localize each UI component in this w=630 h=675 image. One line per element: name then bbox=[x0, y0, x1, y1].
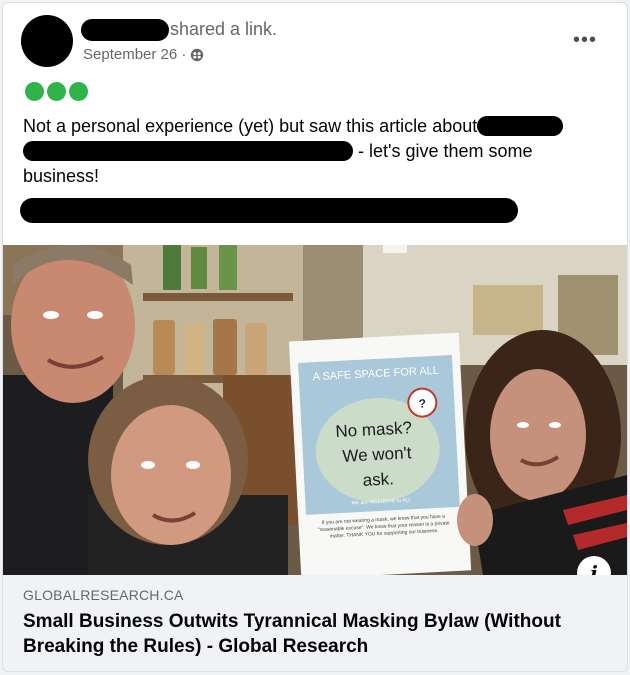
post-text: Not a personal experience (yet) but saw … bbox=[23, 114, 603, 189]
redacted-text bbox=[23, 141, 353, 161]
link-title[interactable]: Small Business Outwits Tyrannical Maskin… bbox=[23, 609, 613, 659]
sign-line-2: We won't bbox=[342, 443, 412, 466]
post-text-part1: Not a personal experience (yet) but saw … bbox=[23, 116, 478, 136]
redacted-author-name[interactable] bbox=[81, 19, 169, 41]
link-preview-meta[interactable]: GLOBALRESEARCH.CA Small Business Outwits… bbox=[3, 575, 627, 671]
link-preview-image[interactable]: A SAFE SPACE FOR ALL ? No mask? We won't… bbox=[3, 245, 627, 575]
post-card: shared a link. September 26 · ••• Not a … bbox=[2, 2, 628, 672]
sign-line-1: No mask? bbox=[335, 418, 412, 441]
more-options-button[interactable]: ••• bbox=[565, 25, 605, 55]
svg-text:?: ? bbox=[418, 396, 426, 410]
green-circle-icon bbox=[25, 82, 44, 101]
post-date[interactable]: September 26 · bbox=[83, 46, 186, 63]
link-domain: GLOBALRESEARCH.CA bbox=[23, 587, 184, 603]
redacted-text bbox=[477, 116, 564, 136]
green-circle-icon bbox=[47, 82, 66, 101]
post-action-text: shared a link. bbox=[170, 19, 278, 39]
sign-line-3: ask. bbox=[362, 469, 394, 490]
avatar[interactable] bbox=[21, 15, 73, 67]
friends-icon[interactable] bbox=[190, 48, 204, 62]
green-circle-icon bbox=[69, 82, 88, 101]
redacted-text-bar bbox=[20, 198, 518, 223]
green-circle-emojis bbox=[25, 82, 88, 101]
post-meta: September 26 · bbox=[83, 46, 204, 63]
